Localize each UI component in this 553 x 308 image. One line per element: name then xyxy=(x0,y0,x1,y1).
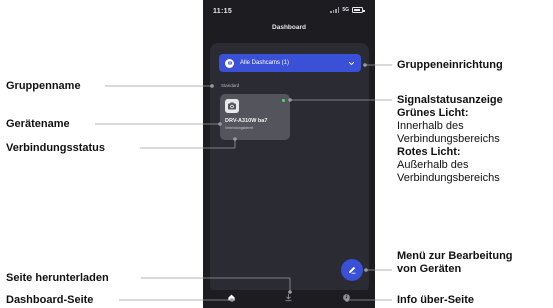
callout-red-line2: Verbindungsbereichs xyxy=(397,172,500,184)
callout-edit-menu-line2: von Geräten xyxy=(397,263,462,275)
status-icons: 5G xyxy=(330,7,365,13)
status-bar: 11:15 5G xyxy=(203,0,375,22)
phone-screen: 11:15 5G Dashboard Alle Dashcams (1) Sta… xyxy=(203,0,375,308)
callout-dashboard-page: Dashboard-Seite xyxy=(6,294,94,306)
info-icon xyxy=(342,294,350,301)
callout-green-line2: Verbindungsbereichs xyxy=(397,133,500,145)
signal-status-indicator xyxy=(282,99,285,102)
callout-group-setup: Gruppeneinrichtung xyxy=(397,59,503,71)
edit-devices-button[interactable] xyxy=(341,259,363,281)
callout-red-line1: Außerhalb des xyxy=(397,159,469,171)
page-title: Dashboard xyxy=(272,24,306,31)
bottom-navigation xyxy=(203,290,375,308)
callout-connection-status: Verbindungsstatus xyxy=(6,142,106,154)
status-time: 11:15 xyxy=(213,8,233,15)
group-icon xyxy=(225,58,234,68)
callout-info-page: Info über-Seite xyxy=(397,294,475,306)
callout-green-line1: Innerhalb des xyxy=(397,120,464,132)
camera-icon xyxy=(225,99,239,113)
callout-group-name: Gruppenname xyxy=(6,80,81,92)
network-label: 5G xyxy=(342,7,349,13)
group-dropdown[interactable]: Alle Dashcams (1) xyxy=(219,54,361,72)
home-icon xyxy=(228,294,235,301)
nav-info[interactable] xyxy=(336,291,356,307)
callout-signal-title: Signalstatusanzeige xyxy=(397,94,503,106)
callout-green-title: Grünes Licht: xyxy=(397,107,469,119)
connection-status: Verbindungsbereit xyxy=(225,126,254,130)
device-name: DRV-A310W ba7 xyxy=(225,118,268,124)
callout-edit-menu-line1: Menü zur Bearbeitung xyxy=(397,250,513,262)
signal-strength-icon xyxy=(330,7,340,13)
group-name: Standard xyxy=(221,83,240,88)
dashboard-panel: Alle Dashcams (1) Standard DRV-A310W ba7… xyxy=(210,43,369,293)
download-icon xyxy=(285,293,293,302)
callout-device-name: Gerätename xyxy=(6,118,70,130)
nav-download[interactable] xyxy=(279,291,299,307)
battery-icon xyxy=(352,7,365,13)
nav-dashboard[interactable] xyxy=(222,291,242,307)
pencil-icon xyxy=(349,266,356,274)
callout-download-page: Seite herunterladen xyxy=(6,272,109,284)
callout-red-title: Rotes Licht: xyxy=(397,146,461,158)
group-dropdown-label: Alle Dashcams (1) xyxy=(240,60,290,66)
chevron-down-icon xyxy=(348,61,355,65)
device-card[interactable]: DRV-A310W ba7 Verbindungsbereit xyxy=(220,94,290,140)
